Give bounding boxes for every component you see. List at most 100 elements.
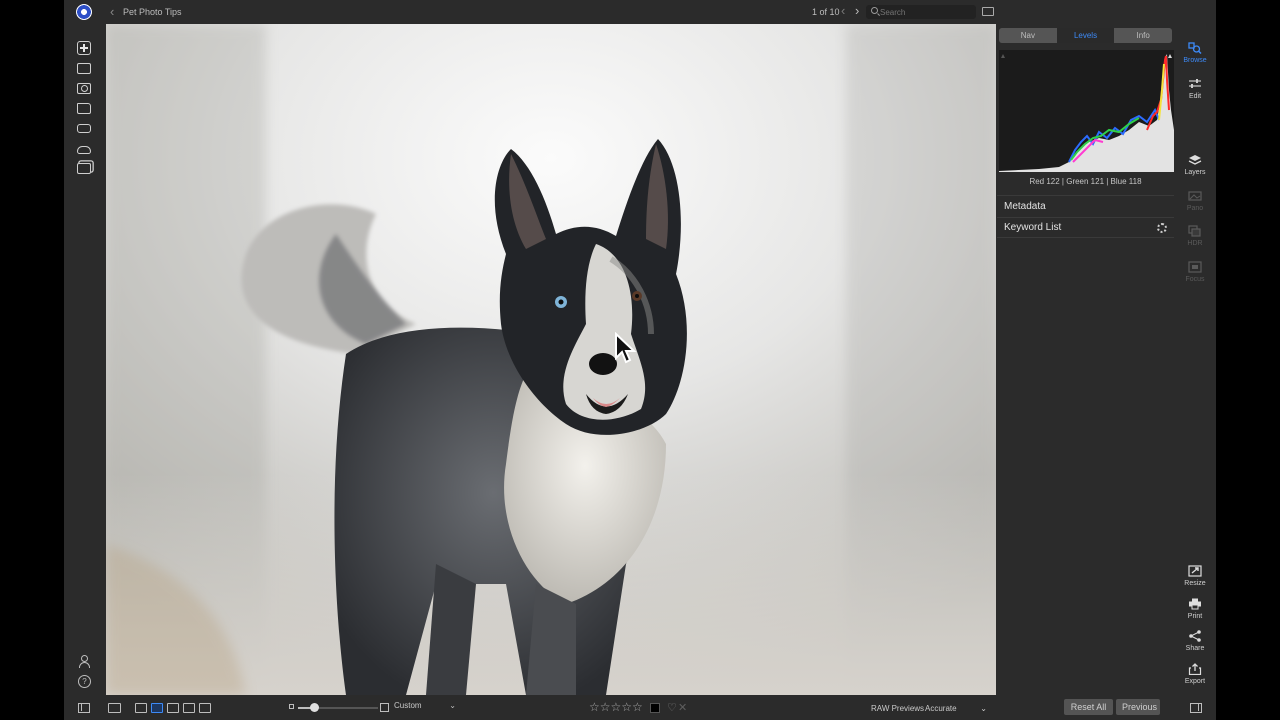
filmstrip-toggle-icon[interactable]: [108, 703, 121, 713]
breadcrumb[interactable]: Pet Photo Tips: [123, 7, 182, 17]
bottom-bar: Custom ⌄ ☆☆☆☆☆ ♡ ✕ RAW Previews Accurate…: [64, 697, 1216, 720]
display-button[interactable]: [74, 60, 94, 76]
previous-button[interactable]: Previous: [1116, 699, 1160, 715]
albums-button[interactable]: [74, 160, 94, 176]
search-icon: [871, 7, 878, 14]
raw-previews-label: RAW Previews: [871, 704, 925, 713]
metadata-section[interactable]: Metadata: [1004, 201, 1046, 212]
export-icon: [1188, 663, 1202, 675]
raw-previews-select[interactable]: Accurate ⌄: [925, 704, 987, 713]
camera-icon: [77, 82, 91, 94]
albums-icon: [77, 162, 91, 174]
drive-icon: [77, 123, 91, 133]
left-panel-toggle-icon[interactable]: [78, 703, 90, 713]
tab-info[interactable]: Info: [1114, 28, 1172, 43]
print-icon: [1189, 598, 1201, 610]
gear-icon[interactable]: [1157, 223, 1167, 233]
raw-previews-value: Accurate: [925, 704, 957, 713]
chevron-down-icon: ⌄: [449, 701, 456, 710]
crop-checkbox[interactable]: [380, 703, 389, 712]
cloud-button[interactable]: [74, 140, 94, 156]
module-focus-label: Focus: [1185, 276, 1205, 283]
crop-preset-value: Custom: [394, 701, 422, 710]
grid-view-icon[interactable]: [135, 703, 147, 713]
image-counter: 1 of 10: [812, 7, 840, 17]
zoom-slider-handle[interactable]: [310, 703, 319, 712]
user-icon: [81, 655, 88, 662]
folder-button[interactable]: [74, 100, 94, 116]
browse-icon: [1188, 42, 1202, 54]
monitor-icon: [77, 62, 91, 74]
histogram-graph: [999, 54, 1174, 172]
add-button[interactable]: [74, 40, 94, 56]
panel-tabs: Nav Levels Info: [999, 28, 1172, 43]
module-browse-label: Browse: [1183, 57, 1207, 64]
module-hdr-label: HDR: [1187, 240, 1203, 247]
account-button[interactable]: [78, 655, 92, 669]
back-chevron-icon[interactable]: ‹: [110, 4, 114, 19]
module-layers[interactable]: Layers: [1176, 154, 1214, 176]
crop-preset-select[interactable]: Custom ⌄: [394, 701, 456, 710]
module-print[interactable]: Print: [1176, 598, 1214, 620]
module-print-label: Print: [1187, 613, 1203, 620]
right-panel-toggle-icon[interactable]: [1190, 703, 1202, 713]
zoom-out-icon[interactable]: [289, 704, 294, 709]
divider: [997, 217, 1174, 218]
help-button[interactable]: ?: [78, 675, 92, 689]
histogram-readout: Red 122 | Green 121 | Blue 118: [1029, 177, 1142, 186]
user-icon-body: [79, 662, 90, 668]
dog-photo-image: [106, 24, 996, 695]
tab-nav[interactable]: Nav: [999, 28, 1057, 43]
module-share-label: Share: [1185, 645, 1205, 652]
previous-image-icon[interactable]: ‹: [841, 3, 845, 18]
resize-icon: [1188, 565, 1202, 577]
next-image-icon[interactable]: ›: [855, 3, 859, 18]
camera-button[interactable]: [74, 80, 94, 96]
layers-icon: [1188, 155, 1202, 165]
module-pano[interactable]: Pano: [1176, 190, 1214, 212]
filmstrip-view-icon[interactable]: [167, 703, 179, 713]
compare-view-icon[interactable]: [183, 703, 195, 713]
module-pano-label: Pano: [1186, 205, 1204, 212]
detail-view-icon[interactable]: [151, 703, 163, 713]
module-edit-label: Edit: [1188, 93, 1202, 100]
module-export-label: Export: [1184, 678, 1206, 685]
divider: [997, 237, 1174, 238]
module-resize-label: Resize: [1184, 580, 1206, 587]
module-focus[interactable]: Focus: [1176, 261, 1214, 283]
folder-icon[interactable]: [982, 7, 994, 16]
reset-all-button[interactable]: Reset All: [1064, 699, 1113, 715]
keyword-list-section[interactable]: Keyword List: [1004, 222, 1061, 233]
drive-button[interactable]: [74, 120, 94, 136]
sliders-icon: [1189, 79, 1201, 88]
fullscreen-view-icon[interactable]: [199, 703, 211, 713]
module-share[interactable]: Share: [1176, 630, 1214, 652]
module-edit[interactable]: Edit: [1176, 78, 1214, 100]
color-label-swatch[interactable]: [650, 703, 660, 713]
search-input[interactable]: [880, 6, 972, 18]
chevron-down-icon: ⌄: [980, 704, 987, 713]
module-hdr[interactable]: HDR: [1176, 225, 1214, 247]
cloud-icon: [77, 145, 91, 154]
app-window: ‹ Pet Photo Tips 1 of 10 ‹ › ?: [64, 0, 1216, 720]
share-icon: [1189, 630, 1201, 642]
module-resize[interactable]: Resize: [1176, 565, 1214, 587]
app-logo-icon[interactable]: [76, 4, 92, 20]
folder-search-icon: [77, 102, 91, 114]
plus-icon: [77, 41, 91, 55]
main-photo[interactable]: [106, 24, 996, 695]
tab-levels[interactable]: Levels: [1056, 28, 1115, 43]
hdr-icon: [1188, 225, 1201, 237]
module-export[interactable]: Export: [1176, 663, 1214, 685]
right-panel: Nav Levels Info Red 122 | Green 121 | Bl…: [997, 24, 1174, 696]
focus-icon: [1188, 261, 1202, 273]
reject-icon[interactable]: ✕: [678, 701, 687, 714]
divider: [997, 195, 1174, 196]
star-rating[interactable]: ☆☆☆☆☆: [589, 700, 643, 714]
top-bar: ‹ Pet Photo Tips 1 of 10 ‹ ›: [64, 0, 1216, 24]
module-browse[interactable]: Browse: [1176, 42, 1214, 64]
heart-icon[interactable]: ♡: [667, 701, 677, 714]
histogram: [999, 50, 1174, 172]
help-icon: ?: [78, 675, 91, 688]
module-layers-label: Layers: [1184, 169, 1206, 176]
